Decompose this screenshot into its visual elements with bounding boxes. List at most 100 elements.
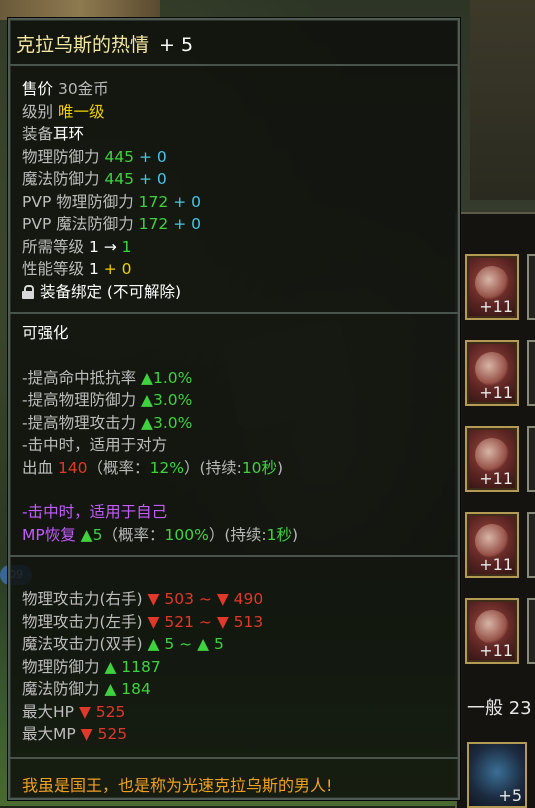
scene-wall: [470, 0, 535, 200]
enhance-text: -击中时，适用于自己: [22, 503, 168, 521]
compare-row: 最大HP ▼ 525: [22, 701, 263, 724]
item-title: 克拉乌斯的热情 + 5: [16, 30, 193, 57]
stat-bonus: + 0: [138, 170, 167, 188]
compare-row: 物理攻击力(左手) ▼ 521 ~ ▼ 513: [22, 611, 263, 634]
duration-suffix: ): [277, 458, 284, 477]
compare-label: 物理攻击力(右手): [22, 590, 143, 608]
enhance-text: -击中时，适用于对方: [22, 436, 168, 454]
compare-label: 最大MP: [22, 725, 76, 743]
inventory-panel: +11 +11 +11 +11 +11 一般 23 +5: [455, 212, 535, 808]
inventory-slot[interactable]: +11: [465, 512, 519, 578]
inventory-slot[interactable]: +11: [465, 426, 519, 492]
compare-value: ▼ 503 ~ ▼ 490: [147, 590, 264, 608]
stat-value: 172: [138, 215, 169, 233]
duration-suffix: ): [291, 525, 299, 544]
stat-value: 445: [104, 170, 135, 188]
slot-count: +11: [479, 641, 513, 660]
stat-row-equip: 装备耳环: [22, 123, 201, 146]
bind-row: 装备绑定 (不可解除): [22, 281, 201, 304]
armor-icon: [475, 438, 509, 472]
stat-row-mdef: 魔法防御力 445 + 0: [22, 168, 201, 191]
duration-prefix: (持续:: [224, 525, 267, 544]
inventory-slot[interactable]: +11: [465, 254, 519, 320]
compare-label: 魔法攻击力(双手): [22, 635, 143, 653]
slot-count: +11: [479, 469, 513, 488]
duration-value: 1秒: [266, 525, 292, 544]
enhance-row: -击中时，适用于自己: [22, 501, 298, 524]
inventory-slot[interactable]: +11: [465, 340, 519, 406]
chance-suffix: ）: [208, 525, 225, 544]
weapon-icon: [475, 524, 509, 558]
chance-value: 100%: [164, 525, 209, 544]
slot-count: +11: [479, 297, 513, 316]
inventory-slot[interactable]: [527, 426, 535, 492]
inventory-slot[interactable]: [527, 598, 535, 664]
stat-value: 1 →: [88, 237, 117, 256]
compare-value: ▲ 5 ~ ▲ 5: [147, 635, 224, 653]
chance-suffix: ）: [184, 458, 200, 477]
chance-prefix: （概率：: [102, 525, 165, 544]
mp-label: MP恢复: [22, 525, 76, 544]
compare-value: ▲ 1187: [104, 657, 161, 676]
compare-label: 魔法防御力: [22, 680, 100, 698]
stat-bonus: + 0: [173, 192, 201, 211]
inventory-tab-general[interactable]: 一般 23: [467, 694, 532, 720]
armor-icon: [475, 352, 509, 386]
enhance-header: 可强化: [22, 324, 69, 342]
stat-bonus: + 0: [138, 147, 167, 166]
stat-row-sell: 售价 30金币: [22, 78, 201, 101]
stat-label: 级别: [22, 102, 54, 121]
stat-value: 1: [88, 260, 99, 278]
compare-row: 物理防御力 ▲ 1187: [22, 656, 263, 679]
divider: [10, 64, 458, 66]
stat-row-grade: 级别 唯一级: [22, 101, 201, 124]
slot-count: +11: [479, 555, 513, 574]
stat-value: 172: [138, 192, 169, 211]
stat-label: 售价: [22, 80, 54, 98]
stat-label: PVP 魔法防御力: [22, 215, 134, 233]
divider: [10, 555, 458, 557]
divider: [10, 312, 458, 314]
stat-value: 唯一级: [57, 102, 105, 121]
lock-icon: [22, 284, 34, 299]
inventory-slot[interactable]: +11: [465, 598, 519, 664]
compare-value: ▼ 525: [78, 702, 126, 721]
bleed-label: 出血: [22, 458, 54, 477]
basic-stats: 售价 30金币 级别 唯一级 装备耳环 物理防御力 445 + 0 魔法防御力 …: [22, 78, 201, 303]
compare-label: 物理攻击力(左手): [22, 612, 143, 631]
enhance-text: -提高物理防御力: [22, 391, 137, 409]
inventory-slot[interactable]: +5: [467, 742, 527, 808]
compare-value: ▲ 184: [104, 680, 151, 698]
stat-label: 装备: [22, 125, 54, 143]
stat-value: 耳环: [53, 125, 85, 143]
bleed-row: 出血 140（概率：12%）(持续:10秒): [22, 457, 298, 480]
mp-row: MP恢复 ▲5（概率：100%）(持续:1秒): [22, 524, 298, 547]
stat-value: 445: [104, 147, 135, 166]
stat-bonus: + 0: [173, 215, 201, 233]
enhance-row: -提高命中抵抗率 ▲1.0%: [22, 367, 298, 390]
stat-label: 魔法防御力: [22, 170, 100, 188]
chance-prefix: （概率：: [87, 458, 150, 477]
enhance-row: -击中时，适用于对方: [22, 434, 298, 457]
divider: [10, 757, 458, 759]
inventory-slot[interactable]: [527, 340, 535, 406]
inventory-slot[interactable]: [527, 254, 535, 320]
earring-icon: [475, 266, 509, 300]
enhance-value: ▲3.0%: [141, 413, 193, 432]
stat-row-pdef: 物理防御力 445 + 0: [22, 146, 201, 169]
item-flavor-text: 我虽是国王，也是称为光速克拉乌斯的男人!: [22, 776, 333, 795]
bind-status: 装备绑定 (不可解除): [40, 282, 182, 301]
compare-label: 最大HP: [22, 702, 75, 721]
stat-label: PVP 物理防御力: [22, 192, 134, 211]
compare-row: 最大MP ▼ 525: [22, 723, 263, 746]
compare-value: ▼ 525: [80, 725, 128, 743]
stat-new-value: 1: [121, 237, 132, 256]
enhance-value: ▲1.0%: [141, 368, 193, 387]
item-name: 克拉乌斯的热情: [16, 34, 150, 56]
stat-label: 性能等级: [22, 260, 85, 278]
stat-label: 所需等级: [22, 237, 85, 256]
duration-value: 10秒: [241, 458, 278, 477]
compare-row: 物理攻击力(右手) ▼ 503 ~ ▼ 490: [22, 588, 263, 611]
enhance-row: -提高物理防御力 ▲3.0%: [22, 389, 298, 412]
inventory-slot[interactable]: [527, 512, 535, 578]
